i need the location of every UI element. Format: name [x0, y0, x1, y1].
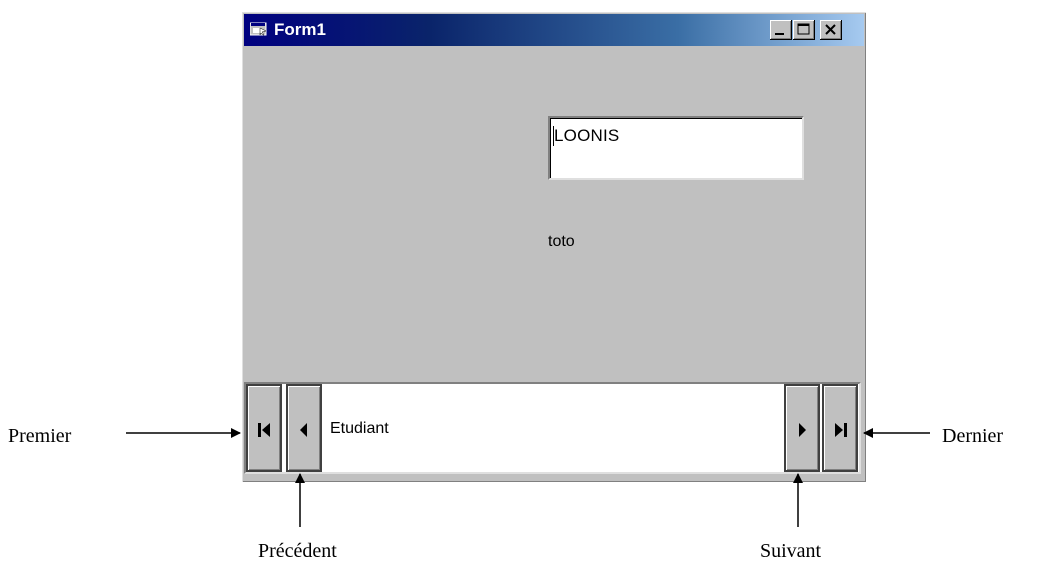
- annotation-arrows: [126, 428, 930, 527]
- annotation-dernier: Dernier: [942, 425, 1004, 447]
- annotation-premier: Premier: [8, 425, 72, 447]
- annotation-suivant: Suivant: [760, 540, 822, 562]
- annotation-precedent: Précédent: [258, 540, 337, 562]
